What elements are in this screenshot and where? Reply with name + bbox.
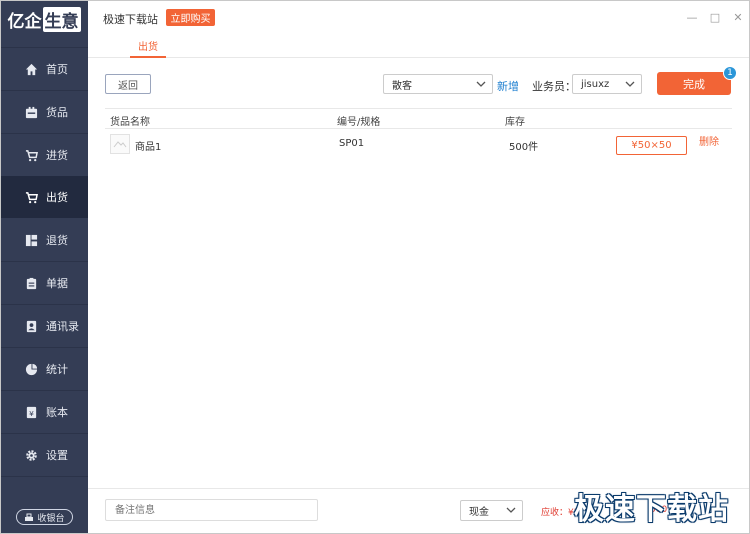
back-button[interactable]: 返回	[105, 74, 151, 94]
buy-now-button[interactable]: 立即购买	[166, 9, 215, 26]
done-button[interactable]: 完成	[657, 72, 731, 95]
product-thumbnail	[110, 134, 130, 154]
customer-select[interactable]: 散客	[383, 74, 493, 94]
table-row[interactable]: 商品1 SP01 500件 ¥50×50 删除	[105, 129, 732, 161]
svg-text:¥: ¥	[29, 408, 34, 417]
cashier-button[interactable]: 收银台	[16, 509, 73, 525]
sidebar-item-settings[interactable]: 设置	[0, 434, 88, 476]
return-icon	[24, 233, 38, 247]
note-input[interactable]	[105, 499, 318, 521]
watermark: 极速下载站	[574, 492, 729, 527]
sidebar-item-label: 退货	[46, 234, 68, 247]
staff-select-value: jisuxz	[581, 78, 610, 90]
image-placeholder-icon	[113, 141, 127, 148]
add-customer-link[interactable]: 新增	[497, 78, 519, 94]
product-code: SP01	[339, 138, 365, 149]
logo-text-2: 生意	[42, 6, 81, 32]
tab-bar: 出货	[88, 34, 750, 58]
sidebar-item-label: 账本	[46, 406, 68, 419]
logo-text-1: 亿企	[7, 11, 42, 32]
cashier-label: 收银台	[37, 513, 65, 524]
price-quantity-button[interactable]: ¥50×50	[616, 136, 687, 155]
table-header: 货品名称 编号/规格 库存	[105, 108, 732, 129]
ledger-icon: ¥	[24, 405, 38, 419]
customer-select-value: 散客	[392, 80, 412, 92]
sidebar-item-label: 统计	[46, 363, 68, 376]
sidebar-item-statistics[interactable]: 统计	[0, 348, 88, 390]
sidebar-item-label: 单据	[46, 277, 68, 290]
sidebar-item-returns[interactable]: 退货	[0, 219, 88, 261]
gear-icon	[24, 448, 38, 462]
chevron-down-icon	[625, 79, 635, 89]
payment-method-select[interactable]: 现金	[460, 500, 523, 521]
home-icon	[24, 62, 38, 76]
clipboard-icon	[24, 276, 38, 290]
sidebar-item-documents[interactable]: 单据	[0, 262, 88, 304]
done-count-badge: 1	[723, 66, 737, 80]
sidebar-item-label: 出货	[46, 191, 68, 204]
sidebar-item-label: 设置	[46, 449, 68, 462]
column-header-code: 编号/规格	[337, 117, 381, 128]
sidebar-item-label: 首页	[46, 63, 68, 76]
sidebar-item-goods[interactable]: 货品	[0, 91, 88, 133]
sidebar-item-home[interactable]: 首页	[0, 48, 88, 90]
cart-in-icon	[24, 148, 38, 162]
sidebar-item-ledger[interactable]: ¥ 账本	[0, 391, 88, 433]
contacts-icon	[24, 319, 38, 333]
delete-link[interactable]: 删除	[699, 133, 719, 148]
column-header-name: 货品名称	[110, 117, 150, 128]
maximize-button[interactable]: □	[708, 10, 722, 24]
sidebar-item-label: 进货	[46, 149, 68, 162]
close-button[interactable]: ✕	[731, 10, 745, 24]
cashier-icon	[24, 513, 34, 522]
product-name: 商品1	[135, 142, 162, 153]
tab-shipment[interactable]: 出货	[130, 34, 166, 58]
staff-select[interactable]: jisuxz	[572, 74, 642, 94]
window-title: 极速下载站	[103, 13, 158, 26]
sidebar-item-label: 货品	[46, 106, 68, 119]
chevron-down-icon	[476, 79, 486, 89]
column-header-stock: 库存	[505, 117, 525, 128]
product-stock: 500件	[509, 142, 539, 153]
pie-chart-icon	[24, 362, 38, 376]
payment-method-value: 现金	[469, 507, 489, 518]
staff-label: 业务员：	[532, 80, 576, 93]
sidebar-item-contacts[interactable]: 通讯录	[0, 305, 88, 347]
box-icon	[24, 105, 38, 119]
sidebar: 亿企 生意 首页 货品 进货 出货 退货 单据 通讯录 统计 ¥ 账本 设置 收…	[0, 0, 88, 534]
minimize-button[interactable]: —	[685, 10, 699, 24]
sidebar-item-purchase[interactable]: 进货	[0, 134, 88, 176]
app-logo: 亿企 生意	[0, 0, 88, 38]
nav-divider	[0, 476, 88, 477]
title-bar: 极速下载站 立即购买 — □ ✕	[88, 0, 750, 34]
chevron-down-icon	[506, 505, 516, 515]
cart-out-icon	[24, 190, 38, 204]
sidebar-item-label: 通讯录	[46, 320, 79, 333]
sidebar-item-shipment[interactable]: 出货	[0, 176, 88, 218]
